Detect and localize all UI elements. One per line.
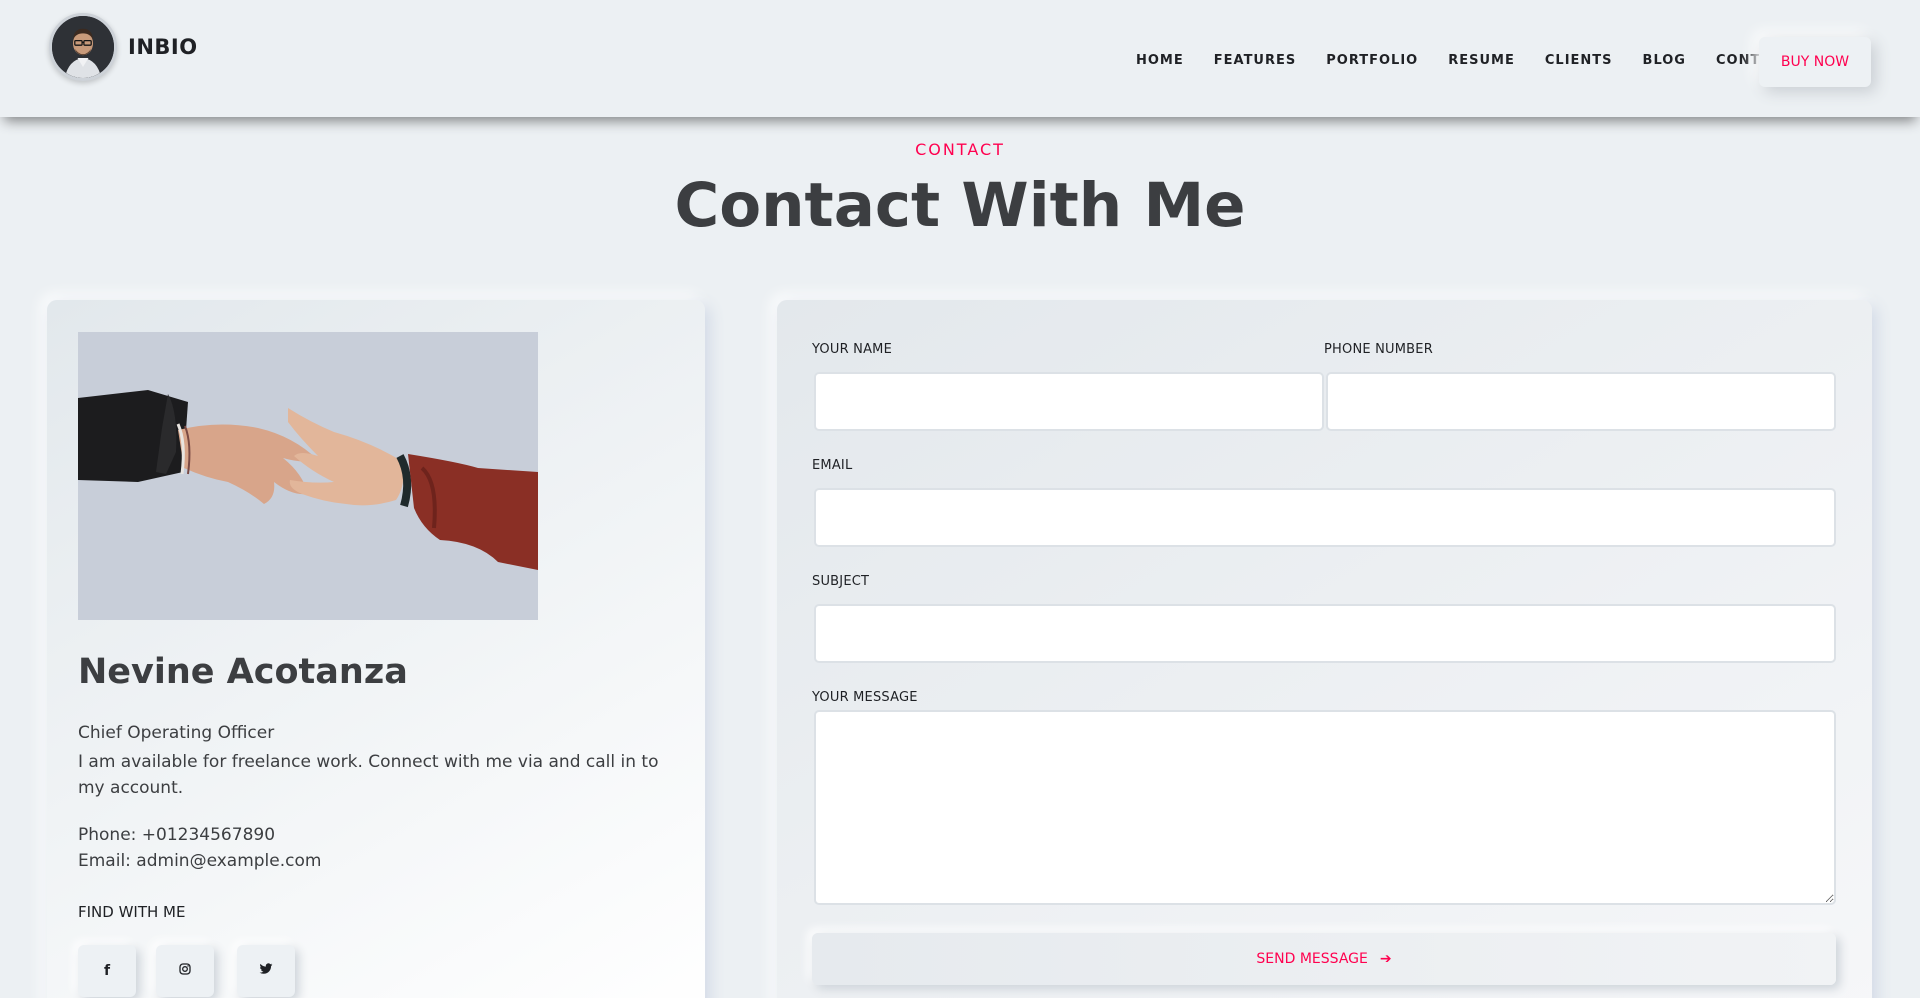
phone-input[interactable]: [1326, 372, 1836, 431]
site-header: INBIO HOME FEATURES PORTFOLIO RESUME CLI…: [0, 0, 1920, 117]
avatar: [49, 13, 117, 81]
handshake-illustration: [78, 332, 538, 620]
phone-label: PHONE NUMBER: [1324, 342, 1433, 357]
instagram-button[interactable]: [156, 945, 214, 997]
buy-now-button[interactable]: BUY NOW: [1759, 37, 1871, 87]
nav-clients[interactable]: CLIENTS: [1545, 53, 1613, 68]
name-label: YOUR NAME: [812, 342, 892, 357]
main-nav: HOME FEATURES PORTFOLIO RESUME CLIENTS B…: [1136, 53, 1791, 68]
nav-resume[interactable]: RESUME: [1448, 53, 1515, 68]
subject-input[interactable]: [814, 604, 1836, 663]
profile-phone: Phone: +01234567890: [78, 825, 276, 845]
section-title: Contact With Me: [674, 170, 1246, 241]
nav-blog[interactable]: BLOG: [1643, 53, 1686, 68]
nav-portfolio[interactable]: PORTFOLIO: [1326, 53, 1418, 68]
avatar-portrait-image: [52, 16, 114, 78]
profile-name: Nevine Acotanza: [78, 652, 408, 692]
nav-features[interactable]: FEATURES: [1214, 53, 1297, 68]
message-label: YOUR MESSAGE: [812, 690, 918, 705]
section-subtitle: CONTACT: [915, 140, 1005, 159]
profile-bio: I am available for freelance work. Conne…: [78, 752, 659, 798]
facebook-icon: f: [103, 963, 111, 979]
name-input[interactable]: [814, 372, 1324, 431]
logo[interactable]: INBIO: [49, 13, 198, 81]
profile-email: Email: admin@example.com: [78, 851, 322, 871]
contact-info-card: Nevine Acotanza Chief Operating Officer …: [47, 300, 705, 998]
twitter-icon: [259, 963, 273, 979]
message-textarea[interactable]: [814, 710, 1836, 905]
send-message-button[interactable]: SEND MESSAGE ➔: [812, 933, 1836, 985]
contact-form-card: YOUR NAME PHONE NUMBER EMAIL SUBJECT YOU…: [777, 300, 1872, 998]
handshake-image: [78, 332, 538, 620]
brand-name: INBIO: [128, 35, 198, 59]
arrow-right-icon: ➔: [1379, 951, 1392, 967]
send-message-label: SEND MESSAGE: [1256, 951, 1368, 967]
nav-home[interactable]: HOME: [1136, 53, 1184, 68]
email-label: EMAIL: [812, 458, 853, 473]
subject-label: SUBJECT: [812, 574, 870, 589]
instagram-icon: [179, 963, 191, 979]
profile-role: Chief Operating Officer: [78, 723, 275, 743]
facebook-button[interactable]: f: [78, 945, 136, 997]
email-input[interactable]: [814, 488, 1836, 547]
instagram-glyph: [179, 963, 191, 975]
twitter-glyph: [259, 963, 273, 974]
twitter-button[interactable]: [237, 945, 295, 997]
find-with-me-label: FIND WITH ME: [78, 903, 186, 921]
